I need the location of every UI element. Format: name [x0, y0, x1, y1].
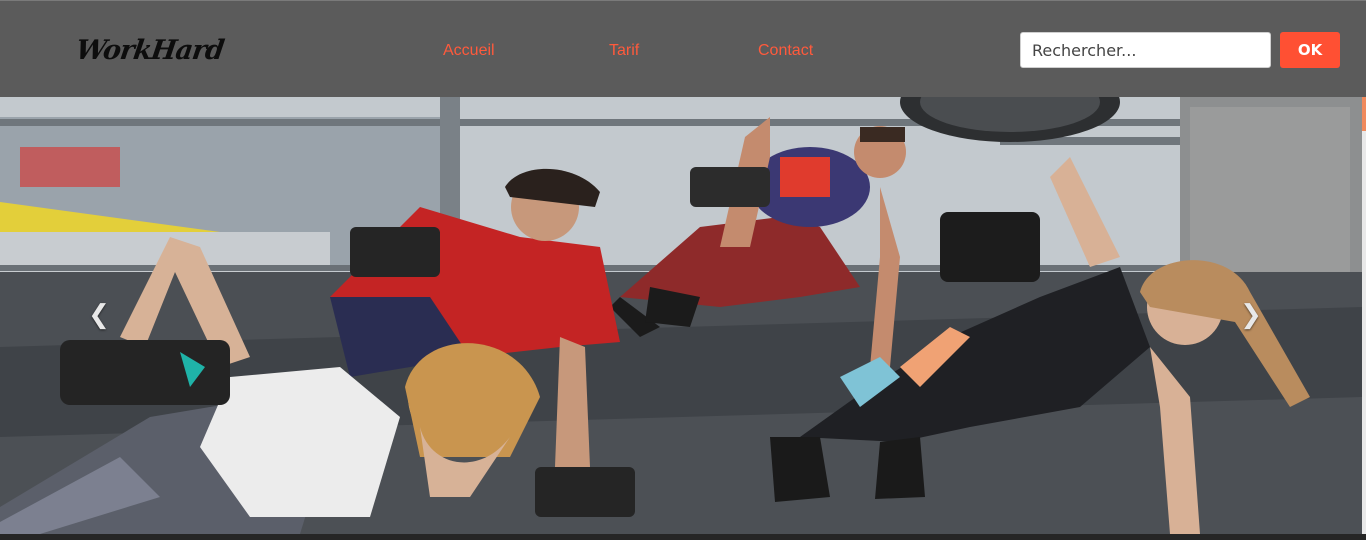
next-section-edge — [0, 534, 1366, 540]
navbar: WorkHard Accueil Tarif Contact OK — [0, 0, 1366, 97]
search-submit-button[interactable]: OK — [1280, 32, 1340, 68]
nav-link-contact[interactable]: Contact — [758, 41, 813, 61]
brand-logo[interactable]: WorkHard — [73, 31, 226, 71]
page: WorkHard Accueil Tarif Contact OK — [0, 0, 1366, 540]
carousel-prev-button[interactable]: ❮ — [84, 300, 114, 330]
nav-link-accueil[interactable]: Accueil — [443, 41, 495, 61]
nav-link-tarif[interactable]: Tarif — [609, 41, 639, 61]
hero-image — [0, 97, 1362, 534]
chevron-left-icon: ❮ — [88, 300, 110, 330]
page-scrollbar[interactable] — [1362, 97, 1366, 540]
search-input[interactable] — [1020, 32, 1271, 68]
hero-carousel: ❮ ❯ — [0, 97, 1362, 534]
page-scrollbar-thumb[interactable] — [1362, 97, 1366, 131]
carousel-next-button[interactable]: ❯ — [1236, 300, 1266, 330]
chevron-right-icon: ❯ — [1240, 300, 1262, 330]
